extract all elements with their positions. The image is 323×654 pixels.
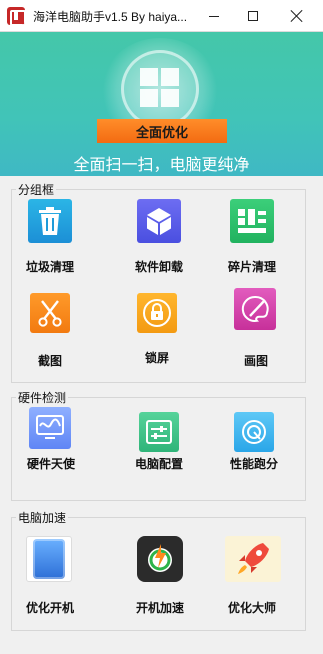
monitor-wave-icon (29, 407, 71, 449)
lock-icon (137, 293, 177, 333)
tool-uninstall[interactable]: 软件卸载 (119, 199, 199, 279)
tool-screenshot[interactable]: 截图 (10, 293, 90, 373)
app-logo-icon (7, 7, 25, 25)
maximize-button[interactable] (232, 0, 274, 32)
scissors-icon (30, 293, 70, 333)
tool-label: 性能跑分 (229, 457, 278, 471)
tool-optimize-master[interactable]: 优化大师 (212, 536, 292, 616)
tool-label: 锁屏 (144, 351, 169, 365)
tool-label: 软件卸载 (134, 260, 183, 274)
group-box-hardware: 硬件检测 硬件天使 电脑配置 性能跑分 (11, 389, 306, 501)
banner-slogan: 全面扫一扫，电脑更纯净 (73, 157, 250, 174)
tool-junk-clean[interactable]: 垃圾清理 (10, 199, 90, 279)
phone-icon (26, 536, 72, 582)
minimize-button[interactable] (193, 0, 235, 32)
tool-label: 优化开机 (25, 601, 74, 615)
trash-icon (28, 199, 72, 243)
full-optimize-button[interactable]: 全面优化 (97, 119, 227, 143)
tool-lock-screen[interactable]: 锁屏 (117, 293, 197, 373)
windows-logo-icon (140, 68, 180, 108)
tool-label: 电脑配置 (134, 457, 183, 471)
palette-icon (234, 288, 276, 330)
tool-label: 硬件天使 (26, 457, 75, 471)
group-box-speedup: 电脑加速 优化开机 开机加速 优化大师 (10, 509, 306, 631)
tool-defrag[interactable]: 碎片清理 (212, 199, 292, 279)
group-box-tools: 分组框 垃圾清理 软件卸载 碎片清理 截图 锁屏 画图 (10, 181, 306, 383)
maximize-icon (248, 11, 258, 21)
tool-label: 碎片清理 (227, 260, 276, 274)
window-title: 海洋电脑助手v1.5 By haiya... (33, 10, 188, 24)
grid-icon (230, 199, 274, 243)
minimize-icon (209, 15, 219, 17)
tool-label: 截图 (37, 354, 62, 368)
title-bar: 海洋电脑助手v1.5 By haiya... (0, 0, 323, 32)
sliders-icon (139, 412, 179, 452)
tool-label: 垃圾清理 (25, 260, 74, 274)
gauge-icon (234, 412, 274, 452)
rocket-icon (225, 536, 281, 582)
tool-hardware-angel[interactable]: 硬件天使 (11, 407, 91, 487)
tool-boot-optimize[interactable]: 优化开机 (10, 536, 90, 616)
group-title: 分组框 (16, 181, 57, 198)
tool-paint[interactable]: 画图 (216, 288, 296, 368)
close-button[interactable] (276, 0, 318, 32)
tool-label: 优化大师 (227, 601, 276, 615)
tool-label: 开机加速 (135, 601, 184, 615)
banner: 全面优化 全面扫一扫，电脑更纯净 (0, 32, 323, 176)
cube-icon (137, 199, 181, 243)
tool-benchmark[interactable]: 性能跑分 (212, 412, 292, 492)
group-title: 硬件检测 (16, 389, 69, 406)
close-icon (291, 10, 303, 22)
tool-label: 画图 (243, 354, 268, 368)
tool-boot-speedup[interactable]: 开机加速 (120, 536, 200, 616)
power-bolt-icon (137, 536, 183, 582)
group-title: 电脑加速 (16, 509, 69, 526)
tool-pc-config[interactable]: 电脑配置 (119, 412, 199, 492)
